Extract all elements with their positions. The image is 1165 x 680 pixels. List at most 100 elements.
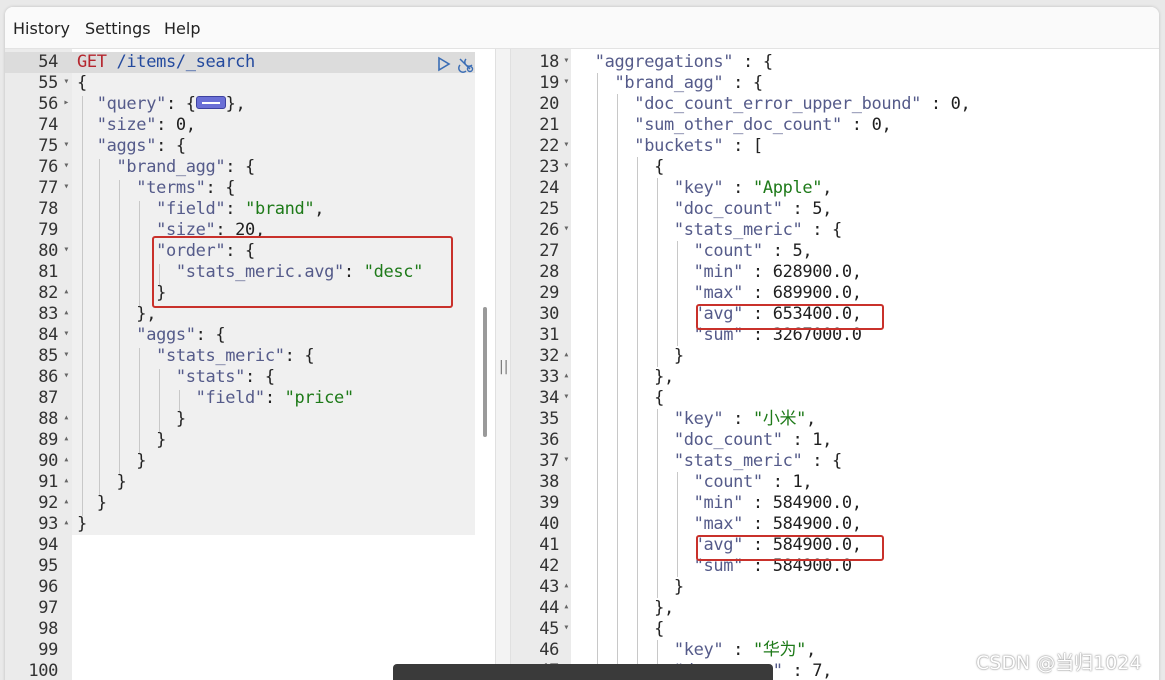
- indent-guide: [99, 159, 100, 495]
- line-number: 29: [511, 283, 571, 304]
- menu-history[interactable]: History: [13, 19, 70, 38]
- fold-closed-icon[interactable]: ▴: [63, 302, 69, 323]
- bottom-overlay-bar: [393, 664, 773, 680]
- drag-handle-icon[interactable]: ||: [499, 359, 508, 375]
- line-number: 44 ▴: [511, 598, 571, 619]
- line-number-text: 90: [38, 451, 58, 471]
- line-number-text: 30: [539, 304, 559, 324]
- json-key: "aggregations": [575, 52, 734, 72]
- response-viewer[interactable]: 18 ▾ 19 ▾ 20 21 22 ▾ 23 ▾ 24 25 26 ▾ 27 28 29 30 31 32 ▴ 33 ▴ 3…: [511, 49, 1159, 680]
- line-number-text: 19: [539, 73, 559, 93]
- indent-guide: [657, 178, 658, 367]
- menu-help[interactable]: Help: [164, 19, 200, 38]
- json-punct: : {: [165, 94, 196, 114]
- play-icon[interactable]: [437, 56, 451, 76]
- line-number-text: 45: [539, 619, 559, 639]
- code-line: "aggregations" : {: [575, 52, 773, 73]
- code-line: },: [575, 598, 674, 619]
- code-line: "key" : "华为",: [575, 640, 816, 661]
- fold-open-icon[interactable]: ▾: [563, 50, 569, 71]
- line-number-text: 56: [38, 94, 58, 114]
- line-number-text: 33: [539, 367, 559, 387]
- fold-closed-icon[interactable]: ▴: [563, 344, 569, 365]
- code-line: }: [77, 409, 186, 430]
- fold-open-icon[interactable]: ▾: [563, 218, 569, 239]
- code-line: }: [77, 514, 87, 535]
- line-number-text: 92: [38, 493, 58, 513]
- json-punct: },: [575, 367, 674, 387]
- line-number: 96: [5, 577, 72, 598]
- fold-open-icon[interactable]: ▾: [63, 71, 69, 92]
- request-editor[interactable]: 54 55 ▾ 56 ▸ 74 75 ▾ 76 ▾ 77 ▾ 78 79 80 ▾ 81 82 ▴ 83 ▴ 84 ▾ 85 ▾…: [5, 49, 475, 680]
- code-line: "key" : "小米",: [575, 409, 816, 430]
- line-number-text: 81: [38, 262, 58, 282]
- fold-closed-icon[interactable]: ▴: [63, 449, 69, 470]
- avg-highlight-box-xiaomi: [696, 535, 884, 561]
- fold-open-icon[interactable]: ▾: [63, 239, 69, 260]
- json-string: "Apple": [752, 178, 823, 198]
- line-number: 76 ▾: [5, 157, 72, 178]
- line-number: 24: [511, 178, 571, 199]
- fold-open-icon[interactable]: ▾: [63, 176, 69, 197]
- json-punct: : {: [723, 73, 763, 93]
- json-punct: :: [225, 199, 246, 219]
- response-gutter: 18 ▾ 19 ▾ 20 21 22 ▾ 23 ▾ 24 25 26 ▾ 27 28 29 30 31 32 ▴ 33 ▴ 3…: [511, 49, 571, 680]
- code-line: }: [575, 577, 684, 598]
- fold-open-icon[interactable]: ▾: [563, 71, 569, 92]
- fold-open-icon[interactable]: ▾: [563, 386, 569, 407]
- fold-closed-icon[interactable]: ▴: [563, 596, 569, 617]
- line-number: 90 ▴: [5, 451, 72, 472]
- json-key: "stats_meric": [575, 220, 803, 240]
- json-punct: :: [762, 241, 793, 261]
- fold-open-icon[interactable]: ▾: [63, 155, 69, 176]
- fold-open-icon[interactable]: ▾: [63, 134, 69, 155]
- fold-open-icon[interactable]: ▾: [63, 344, 69, 365]
- json-punct: :: [782, 661, 813, 680]
- fold-closed-icon[interactable]: ▴: [63, 428, 69, 449]
- json-number: 1: [812, 430, 823, 450]
- fold-open-icon[interactable]: ▾: [563, 449, 569, 470]
- fold-open-icon[interactable]: ▾: [563, 617, 569, 638]
- code-line: "max" : 584900.0,: [575, 514, 862, 535]
- fold-closed-icon[interactable]: ▸: [63, 92, 69, 113]
- code-line: "aggs": {: [77, 136, 186, 157]
- fold-closed-icon[interactable]: ▴: [63, 491, 69, 512]
- request-method: GET: [77, 52, 107, 72]
- fold-closed-icon[interactable]: ▴: [63, 512, 69, 533]
- line-number: 91 ▴: [5, 472, 72, 493]
- json-punct: :: [920, 94, 951, 114]
- line-number: 97: [5, 598, 72, 619]
- fold-open-icon[interactable]: ▾: [563, 155, 569, 176]
- fold-closed-icon[interactable]: ▴: [63, 281, 69, 302]
- json-punct: ,: [822, 199, 833, 219]
- json-punct: :: [264, 388, 285, 408]
- menu-settings[interactable]: Settings: [85, 19, 151, 38]
- json-punct: ,: [314, 199, 325, 219]
- fold-closed-icon[interactable]: ▴: [63, 470, 69, 491]
- fold-open-icon[interactable]: ▾: [563, 134, 569, 155]
- menu-bar: History Settings Help: [5, 7, 1159, 49]
- json-punct: }: [77, 430, 166, 450]
- json-punct: }: [77, 409, 186, 429]
- wrench-icon[interactable]: [457, 56, 475, 78]
- collapsed-block-icon[interactable]: [195, 95, 226, 109]
- fold-open-icon[interactable]: ▾: [63, 323, 69, 344]
- json-punct: : {: [802, 220, 842, 240]
- request-scrollbar-thumb[interactable]: [483, 307, 487, 437]
- line-number: 86 ▾: [5, 367, 72, 388]
- line-number-text: 55: [38, 73, 58, 93]
- line-number-text: 83: [38, 304, 58, 324]
- json-punct: :: [723, 409, 753, 429]
- code-line: "count" : 1,: [575, 472, 813, 493]
- line-number: 25: [511, 199, 571, 220]
- json-punct: },: [77, 304, 157, 324]
- code-line: },: [77, 304, 156, 325]
- fold-closed-icon[interactable]: ▴: [63, 407, 69, 428]
- fold-closed-icon[interactable]: ▴: [563, 575, 569, 596]
- fold-closed-icon[interactable]: ▴: [563, 365, 569, 386]
- fold-open-icon[interactable]: ▾: [63, 365, 69, 386]
- line-number: 39: [511, 493, 571, 514]
- line-number-text: 80: [38, 241, 58, 261]
- line-number: 43 ▴: [511, 577, 571, 598]
- line-number: 19 ▾: [511, 73, 571, 94]
